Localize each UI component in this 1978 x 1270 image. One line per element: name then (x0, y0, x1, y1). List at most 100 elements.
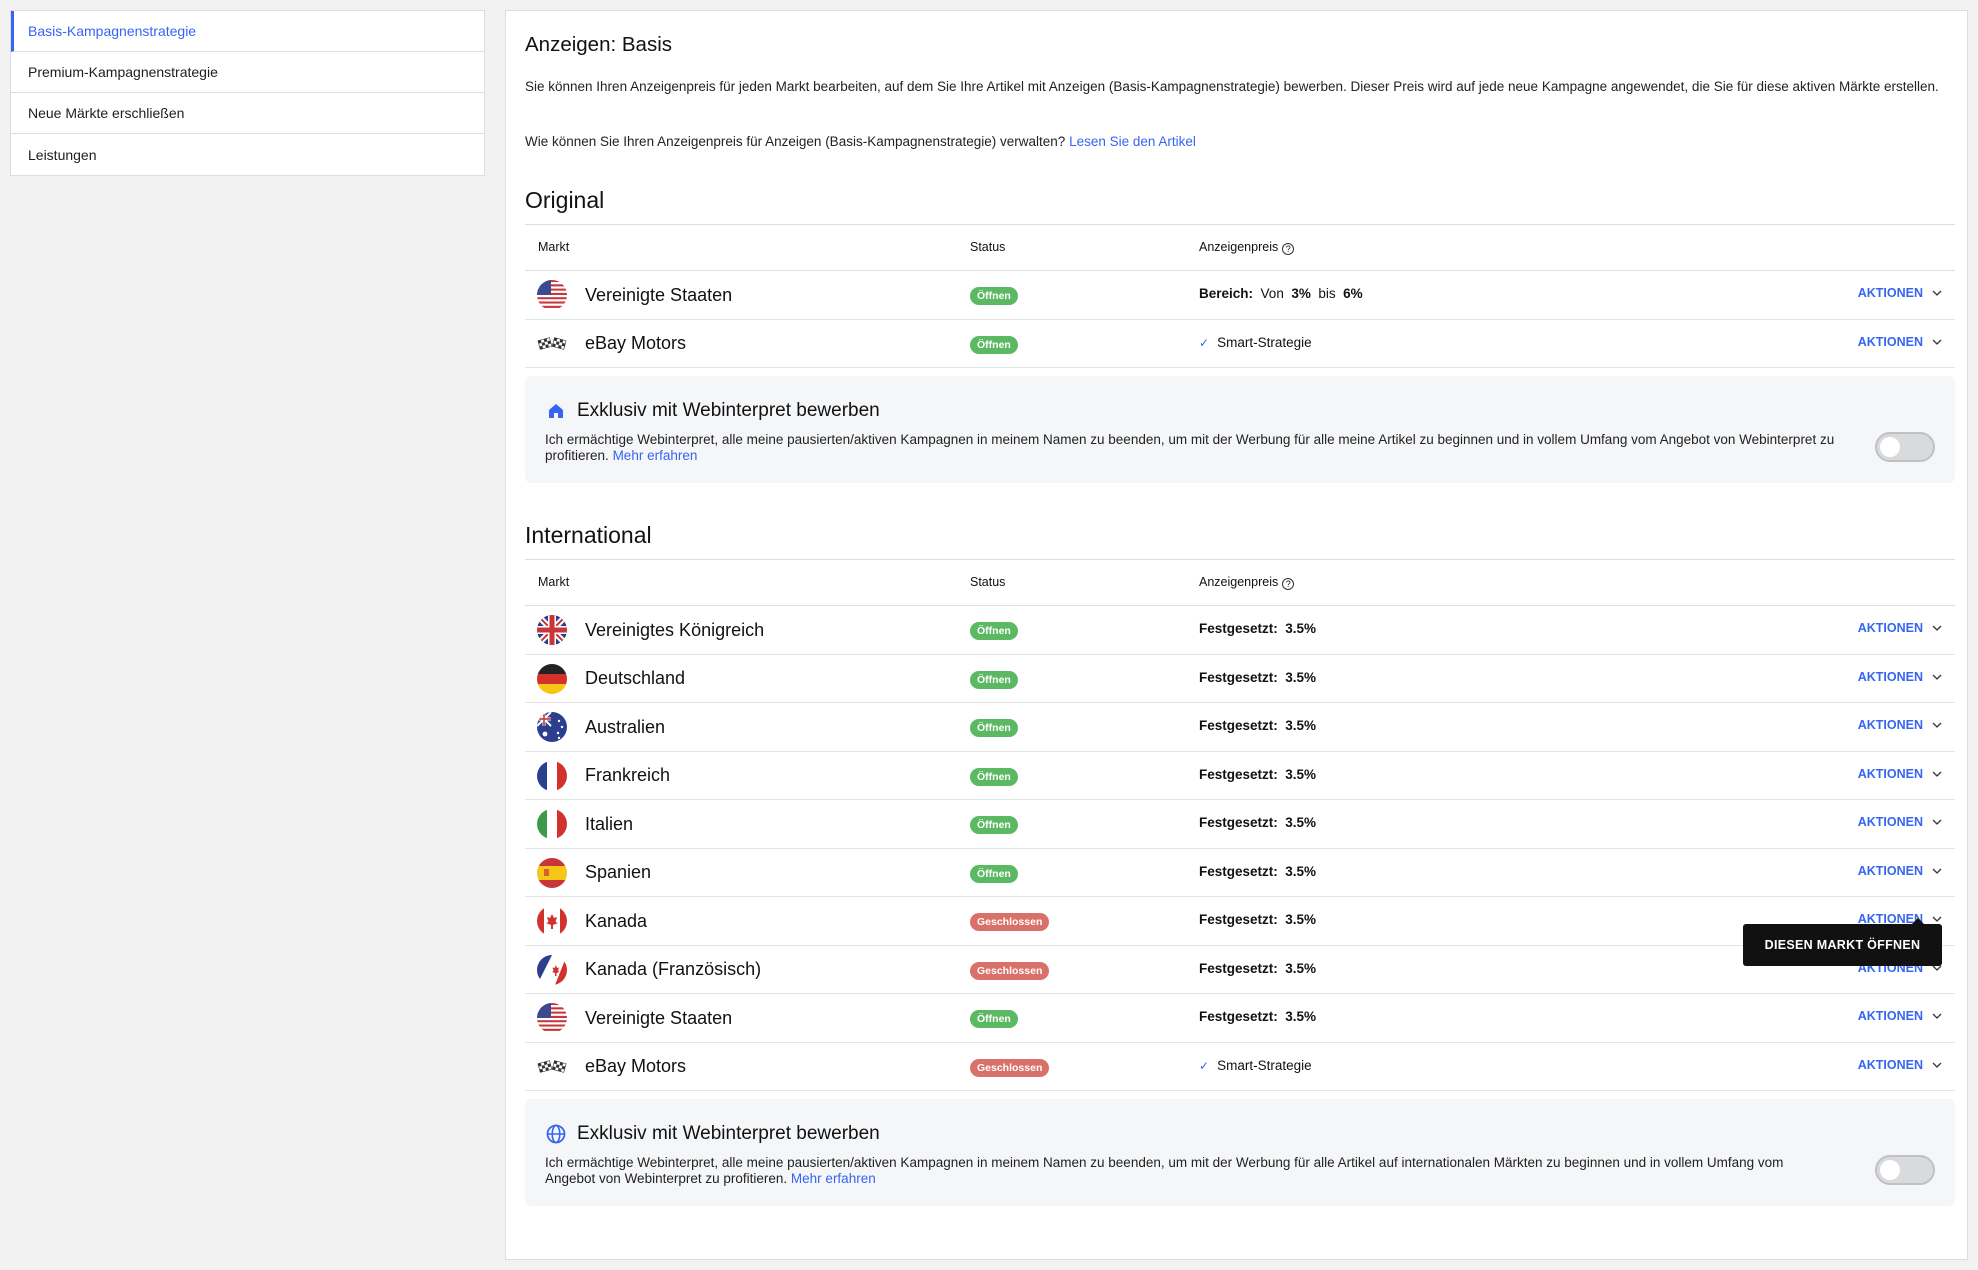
table-row: eBay Motors Geschlossen ✓ Smart-Strategie… (525, 1043, 1955, 1091)
sidebar-item-new-markets[interactable]: Neue Märkte erschließen (11, 93, 484, 134)
actions-label: AKTIONEN (1857, 621, 1923, 635)
actions-button[interactable]: AKTIONEN (1858, 1009, 1943, 1023)
actions-button[interactable]: AKTIONEN (1858, 621, 1943, 635)
promo-title: Exklusiv mit Webinterpret bewerben (545, 1123, 880, 1145)
price-from: Von (1260, 286, 1284, 301)
chevron-down-icon (1932, 819, 1942, 825)
status-cell: Öffnen (970, 767, 1018, 786)
help-icon[interactable]: ? (1282, 243, 1295, 255)
promo-box-original: Exklusiv mit Webinterpret bewerben Ich e… (525, 376, 1955, 483)
status-badge: Öffnen (970, 719, 1018, 737)
price-min: 3% (1291, 286, 1311, 301)
market-cell: Australien (537, 712, 666, 742)
chevron-down-icon (1932, 625, 1942, 631)
promo-text-body: Ich ermächtige Webinterpret, alle meine … (545, 432, 1835, 463)
actions-button[interactable]: AKTIONEN (1858, 1058, 1943, 1072)
price-value: 3.5% (1285, 669, 1317, 685)
price-label: Festgesetzt: (1199, 912, 1278, 927)
status-badge: Öffnen (970, 816, 1018, 834)
chevron-down-icon (1932, 1013, 1942, 1019)
price-text: Smart-Strategie (1217, 334, 1312, 350)
actions-label: AKTIONEN (1857, 766, 1923, 781)
table-row: Vereinigtes Königreich Öffnen Festgesetz… (525, 606, 1955, 655)
help-icon[interactable]: ? (1282, 578, 1295, 590)
chevron-down-icon (1932, 339, 1942, 345)
check-icon: ✓ (1199, 335, 1210, 350)
home-icon (545, 400, 567, 422)
globe-icon (545, 1123, 567, 1145)
price-label: Festgesetzt: (1199, 621, 1278, 636)
sidebar-item-performance[interactable]: Leistungen (11, 134, 484, 175)
learn-more-link[interactable]: Mehr erfahren (791, 1171, 876, 1186)
price-cell: Festgesetzt: 3.5% (1199, 621, 1316, 636)
price-label: Festgesetzt: (1199, 766, 1278, 782)
status-badge: Öffnen (970, 287, 1018, 305)
actions-button[interactable]: AKTIONEN (1858, 335, 1943, 349)
section-title-international: International (525, 522, 652, 548)
status-cell: Öffnen (970, 1009, 1018, 1028)
webinterpret-toggle[interactable] (1875, 432, 1935, 462)
main-panel: Anzeigen: Basis Sie können Ihren Anzeige… (505, 10, 1968, 1260)
actions-button[interactable]: AKTIONEN (1858, 815, 1943, 829)
market-name: Deutschland (585, 668, 686, 688)
market-name: Kanada (585, 910, 648, 931)
chevron-down-icon (1932, 771, 1942, 777)
page-title: Anzeigen: Basis (525, 33, 673, 56)
table-row: Spanien Öffnen Festgesetzt: 3.5% AKTIONE… (525, 849, 1955, 897)
status-cell: Geschlossen (970, 961, 1050, 980)
price-label: Festgesetzt: (1199, 863, 1278, 879)
price-value: 3.5% (1285, 766, 1317, 782)
market-name: Australien (585, 716, 666, 737)
table-row: eBay Motors Öffnen ✓ Smart-Strategie AKTI… (525, 320, 1955, 368)
price-value: 3.5% (1285, 718, 1317, 733)
market-name: Italien (585, 813, 634, 834)
de-flag-icon (537, 663, 567, 694)
market-cell: Vereinigtes Königreich (537, 615, 764, 645)
page-question: Wie können Sie Ihren Anzeigenpreis für A… (525, 132, 1196, 152)
table-row: Italien Öffnen Festgesetzt: 3.5% AKTIONE… (525, 800, 1955, 849)
price-cell: Festgesetzt: 3.5% (1199, 767, 1316, 782)
table-header: Markt Status Anzeigenpreis? (525, 559, 1955, 606)
market-name: Vereinigte Staaten (585, 284, 733, 305)
price-label: Festgesetzt: (1199, 1009, 1278, 1024)
sidebar-item-basis[interactable]: Basis-Kampagnenstrategie (11, 11, 484, 52)
market-name: eBay Motors (585, 1056, 687, 1076)
status-badge: Öffnen (970, 1010, 1018, 1028)
table-row: Vereinigte Staaten Öffnen Festgesetzt: 3… (525, 994, 1955, 1043)
promo-title: Exklusiv mit Webinterpret bewerben (545, 400, 880, 422)
market-cell: Italien (537, 809, 634, 839)
open-market-tooltip[interactable]: DIESEN MARKT ÖFFNEN (1743, 918, 1942, 966)
us-flag-icon (537, 280, 567, 310)
price-cell: Bereich: Von 3% bis 6% (1199, 286, 1363, 301)
chevron-down-icon (1932, 722, 1942, 728)
es-flag-icon (537, 857, 567, 888)
promo-text: Ich ermächtige Webinterpret, alle meine … (545, 1155, 1835, 1187)
actions-button[interactable]: AKTIONEN (1858, 670, 1943, 684)
status-badge: Geschlossen (970, 961, 1050, 980)
international-table: Markt Status Anzeigenpreis? Vereinigtes … (525, 559, 1955, 1091)
status-badge: Öffnen (970, 670, 1018, 689)
it-flag-icon (537, 809, 567, 839)
sidebar-item-premium[interactable]: Premium-Kampagnenstrategie (11, 52, 484, 93)
actions-button[interactable]: AKTIONEN (1858, 864, 1943, 878)
price-value: 3.5% (1285, 621, 1317, 636)
price-label: Festgesetzt: (1199, 815, 1278, 830)
table-row: Kanada Geschlossen Festgesetzt: 3.5% AKT… (525, 897, 1955, 946)
check-icon: ✓ (1199, 1058, 1210, 1073)
status-badge: Öffnen (970, 864, 1018, 883)
actions-button[interactable]: AKTIONEN (1858, 767, 1943, 781)
learn-more-link[interactable]: Mehr erfahren (613, 448, 698, 463)
actions-label: AKTIONEN (1857, 863, 1923, 878)
market-name: Kanada (Französisch) (585, 959, 762, 979)
actions-button[interactable]: AKTIONEN (1858, 718, 1943, 732)
read-article-link[interactable]: Lesen Sie den Artikel (1069, 134, 1196, 149)
webinterpret-toggle[interactable] (1875, 1155, 1935, 1185)
price-cell: Festgesetzt: 3.5% (1199, 961, 1316, 976)
actions-button[interactable]: AKTIONEN (1858, 286, 1943, 300)
market-cell: Spanien (537, 857, 651, 888)
promo-title-text: Exklusiv mit Webinterpret bewerben (577, 1123, 880, 1144)
price-cell: Festgesetzt: 3.5% (1199, 864, 1316, 879)
section-title-original: Original (525, 187, 605, 213)
status-cell: Öffnen (970, 621, 1018, 640)
price-label: Festgesetzt: (1199, 718, 1278, 733)
